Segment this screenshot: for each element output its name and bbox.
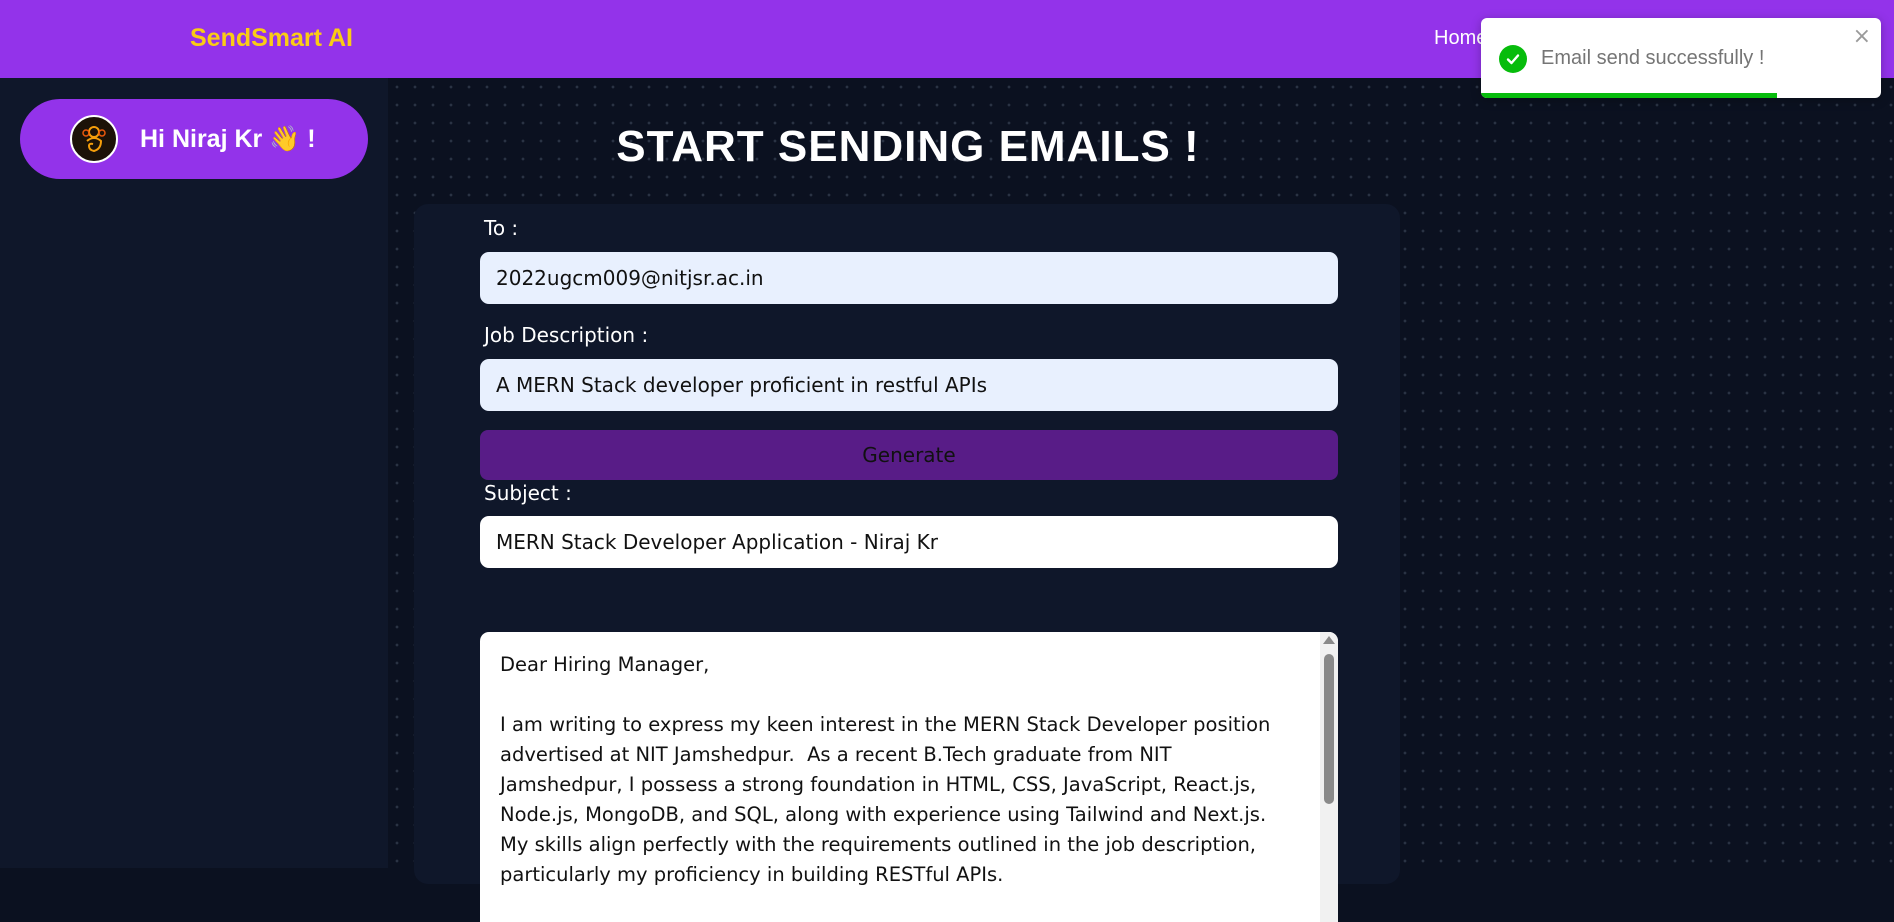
email-body-textarea[interactable]: Dear Hiring Manager, I am writing to exp… xyxy=(480,632,1338,922)
sidebar: Hi Niraj Kr 👋 ! xyxy=(0,78,388,868)
lord-ganesha-icon xyxy=(75,120,113,158)
job-description-label: Job Description : xyxy=(484,323,649,347)
main-content: START SENDING EMAILS ! To : Job Descript… xyxy=(388,78,1894,922)
toast-progress-bar xyxy=(1481,93,1777,98)
toast-message: Email send successfully ! xyxy=(1541,47,1765,69)
scrollbar-thumb[interactable] xyxy=(1324,654,1334,804)
scroll-up-arrow-icon[interactable] xyxy=(1323,636,1335,644)
success-toast[interactable]: Email send successfully ! × xyxy=(1481,18,1881,98)
subject-label: Subject : xyxy=(484,481,572,505)
brand-logo[interactable]: SendSmart AI xyxy=(190,24,353,53)
close-icon[interactable]: × xyxy=(1853,26,1871,48)
body-scrollbar[interactable] xyxy=(1320,632,1338,922)
user-greeting-pill[interactable]: Hi Niraj Kr 👋 ! xyxy=(20,99,368,179)
subject-input[interactable] xyxy=(480,516,1338,568)
to-label: To : xyxy=(484,216,519,240)
page-title: START SENDING EMAILS ! xyxy=(616,122,1200,171)
email-form-card: To : Job Description : Generate Subject … xyxy=(414,204,1400,922)
check-circle-icon xyxy=(1499,45,1527,73)
avatar[interactable] xyxy=(70,115,118,163)
generate-button[interactable]: Generate xyxy=(480,430,1338,480)
email-body-text[interactable]: Dear Hiring Manager, I am writing to exp… xyxy=(500,650,1298,890)
greeting-text: Hi Niraj Kr 👋 ! xyxy=(140,124,316,153)
to-email-input[interactable] xyxy=(480,252,1338,304)
nav-home-link[interactable]: Home xyxy=(1434,27,1487,50)
job-description-input[interactable] xyxy=(480,359,1338,411)
